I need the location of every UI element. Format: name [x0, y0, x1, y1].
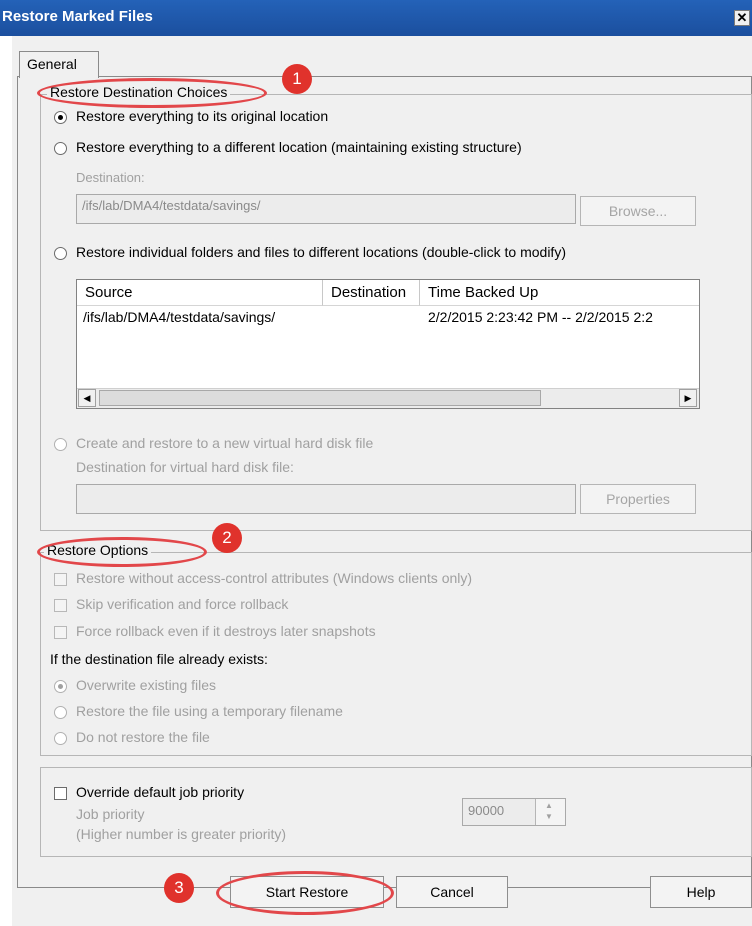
cancel-button[interactable]: Cancel [396, 876, 508, 908]
annotation-oval-start [216, 871, 394, 915]
scroll-left-icon[interactable]: ◀ [78, 389, 96, 407]
column-header-time[interactable]: Time Backed Up [420, 280, 699, 306]
spin-up-icon[interactable]: ▲ [545, 801, 553, 810]
table-cell-source[interactable]: /ifs/lab/DMA4/testdata/savings/ [83, 309, 323, 325]
job-priority-label: Job priority [76, 806, 145, 822]
checkbox-skip-verification[interactable] [54, 599, 67, 612]
annotation-badge-1: 1 [282, 64, 312, 94]
radio-individual-label: Restore individual folders and files to … [76, 244, 566, 260]
job-priority-value: 90000 [468, 803, 505, 818]
checkbox-force-rollback[interactable] [54, 626, 67, 639]
radio-temp-label: Restore the file using a temporary filen… [76, 703, 343, 719]
radio-overwrite-label: Overwrite existing files [76, 677, 217, 693]
radio-different-label: Restore everything to a different locati… [76, 139, 522, 155]
checkbox-skip-label: Skip verification and force rollback [76, 596, 289, 612]
annotation-badge-2: 2 [212, 523, 242, 553]
radio-temp-filename[interactable] [54, 706, 67, 719]
radio-individual-locations[interactable] [54, 247, 67, 260]
annotation-oval-destination [37, 78, 267, 108]
radio-vhd-label: Create and restore to a new virtual hard… [76, 435, 374, 451]
browse-button[interactable]: Browse... [580, 196, 696, 226]
table-cell-time[interactable]: 2/2/2015 2:23:42 PM -- 2/2/2015 2:2 [428, 309, 699, 325]
destination-label: Destination: [76, 170, 145, 185]
radio-original-label: Restore everything to its original locat… [76, 108, 329, 124]
scroll-right-icon[interactable]: ▶ [679, 389, 697, 407]
tab-general[interactable]: General [19, 51, 99, 78]
checkbox-force-label: Force rollback even if it destroys later… [76, 623, 376, 639]
vhd-destination-label: Destination for virtual hard disk file: [76, 459, 294, 475]
destination-exists-label: If the destination file already exists: [50, 651, 268, 667]
checkbox-acl[interactable] [54, 573, 67, 586]
radio-do-not-restore[interactable] [54, 732, 67, 745]
spin-down-icon[interactable]: ▼ [545, 812, 553, 821]
column-header-source[interactable]: Source [77, 280, 323, 306]
radio-original-location[interactable] [54, 111, 67, 124]
annotation-badge-3: 3 [164, 873, 194, 903]
vhd-destination-field[interactable] [76, 484, 576, 514]
annotation-oval-options [37, 537, 207, 567]
job-priority-stepper[interactable]: 90000 ▲ ▼ [462, 798, 566, 826]
radio-overwrite[interactable] [54, 680, 67, 693]
override-priority-label: Override default job priority [76, 784, 245, 800]
priority-hint: (Higher number is greater priority) [76, 826, 287, 842]
radio-do-not-restore-label: Do not restore the file [76, 729, 210, 745]
restore-items-table[interactable]: Source Destination Time Backed Up /ifs/l… [76, 279, 700, 409]
properties-button[interactable]: Properties [580, 484, 696, 514]
scrollbar-thumb[interactable] [99, 390, 541, 406]
close-icon[interactable]: ✕ [734, 10, 750, 26]
tab-general-label: General [27, 56, 77, 72]
radio-virtual-hard-disk[interactable] [54, 438, 67, 451]
destination-field[interactable]: /ifs/lab/DMA4/testdata/savings/ [76, 194, 576, 224]
radio-different-location[interactable] [54, 142, 67, 155]
help-button[interactable]: Help [650, 876, 752, 908]
checkbox-acl-label: Restore without access-control attribute… [76, 570, 473, 586]
checkbox-override-priority[interactable] [54, 787, 67, 800]
window-title: Restore Marked Files [2, 8, 153, 25]
priority-group [40, 767, 752, 857]
column-header-destination[interactable]: Destination [323, 280, 420, 306]
spin-buttons[interactable]: ▲ ▼ [535, 799, 565, 825]
